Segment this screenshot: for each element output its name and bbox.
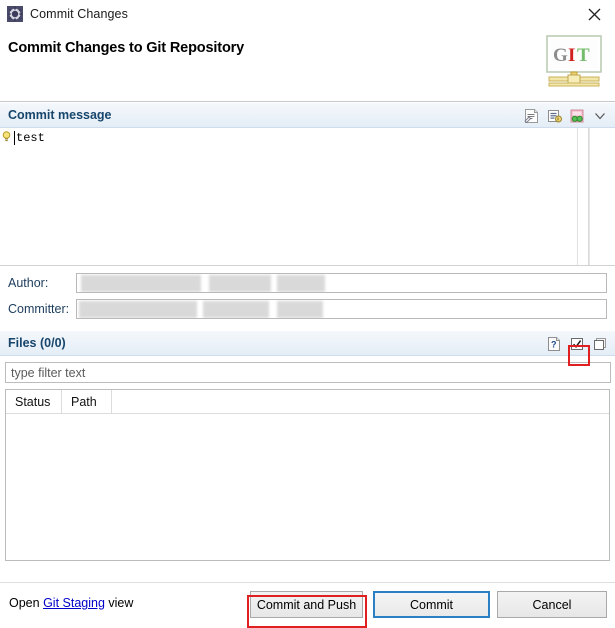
column-header-path[interactable]: Path <box>62 390 112 413</box>
svg-text:?: ? <box>551 340 557 350</box>
close-icon <box>588 8 600 20</box>
files-count: (0/0) <box>39 336 66 350</box>
text-caret <box>14 131 15 145</box>
window-title: Commit Changes <box>30 7 128 21</box>
commit-message-textarea[interactable]: test <box>12 128 589 266</box>
cancel-button[interactable]: Cancel <box>497 591 607 618</box>
open-prefix: Open <box>9 596 44 610</box>
window-close-button[interactable] <box>573 0 615 28</box>
files-title-label: Files <box>8 336 37 350</box>
commit-message-value: test <box>16 131 45 145</box>
dialog-footer: Open Git Staging view Commit and Push Co… <box>0 582 615 627</box>
committer-row: Committer: <box>0 298 611 319</box>
author-label: Author: <box>8 275 49 290</box>
filter-input[interactable]: type filter text <box>5 362 611 383</box>
select-all-checkbox-icon[interactable] <box>567 334 587 354</box>
commit-message-editor[interactable]: test <box>0 128 615 266</box>
commit-message-toolbar <box>521 103 610 129</box>
commit-message-title: Commit message <box>8 108 112 122</box>
committer-field[interactable] <box>76 298 607 319</box>
git-logo: G I T <box>546 35 602 87</box>
open-git-staging-text: Open Git Staging view <box>9 596 133 610</box>
commit-button[interactable]: Commit <box>373 591 490 618</box>
redacted-text <box>277 274 325 292</box>
files-title: Files (0/0) <box>8 336 66 350</box>
files-table-header: Status Path <box>6 390 609 414</box>
files-table[interactable]: Status Path <box>5 389 610 561</box>
filter-placeholder: type filter text <box>11 365 86 380</box>
commit-message-scrollbar[interactable] <box>589 128 615 266</box>
redacted-text <box>277 300 323 318</box>
author-row: Author: <box>0 272 611 293</box>
editor-bottom-border <box>0 265 615 266</box>
redacted-text <box>79 300 197 318</box>
chevron-down-icon[interactable] <box>590 106 610 126</box>
lightbulb-quickfix-icon <box>2 131 11 142</box>
print-margin-guide <box>577 128 578 265</box>
files-section-header: Files (0/0) ? <box>0 330 615 356</box>
svg-text:T: T <box>577 45 590 66</box>
identity-fields: Author: Committer: <box>0 266 615 330</box>
author-field[interactable] <box>76 272 607 293</box>
git-staging-link[interactable]: Git Staging <box>43 596 105 610</box>
redacted-text <box>209 274 271 292</box>
wizard-banner: Commit Changes to Git Repository G I T <box>0 28 615 102</box>
help-icon[interactable]: ? <box>544 334 564 354</box>
redacted-text <box>203 300 269 318</box>
commit-and-push-button[interactable]: Commit and Push <box>250 591 363 618</box>
commit-message-section-header: Commit message <box>0 102 615 128</box>
page-title: Commit Changes to Git Repository <box>8 40 245 56</box>
redacted-text <box>81 274 201 292</box>
window-titlebar: Commit Changes <box>0 0 615 28</box>
amend-previous-commit-icon[interactable] <box>567 106 587 126</box>
files-toolbar: ? <box>544 331 610 357</box>
committer-label: Committer: <box>8 301 70 316</box>
deselect-all-checkbox-icon[interactable] <box>590 334 610 354</box>
column-header-status[interactable]: Status <box>6 390 62 413</box>
open-suffix: view <box>104 596 134 610</box>
insert-signed-off-by-icon[interactable] <box>521 106 541 126</box>
svg-text:G: G <box>553 45 568 66</box>
insert-change-id-icon[interactable] <box>544 106 564 126</box>
commit-gear-icon <box>7 6 23 22</box>
svg-text:I: I <box>568 45 575 66</box>
files-filter-wrap: type filter text <box>0 356 615 387</box>
